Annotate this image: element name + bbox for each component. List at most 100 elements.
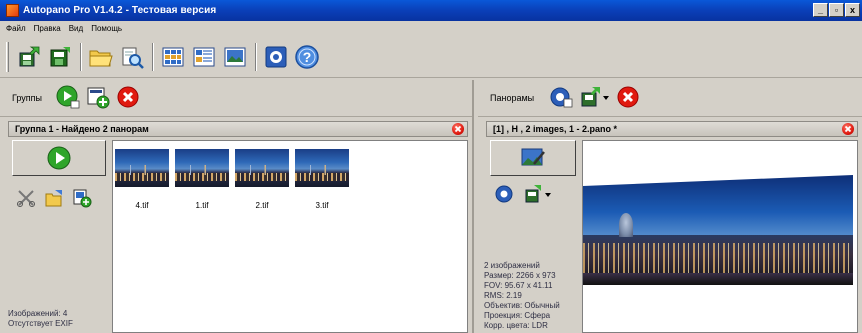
thumbnail-item[interactable]: 4.tif xyxy=(115,149,169,210)
panorama-preview-area[interactable] xyxy=(582,140,858,333)
delete-group-button[interactable] xyxy=(116,85,140,111)
svg-text:?: ? xyxy=(303,49,312,65)
thumbnail-item[interactable]: 3.tif xyxy=(295,149,349,210)
pano-images-count: 2 изображений xyxy=(484,261,540,270)
help-question-icon: ? xyxy=(295,44,319,69)
edit-panorama-icon xyxy=(521,148,545,166)
thumbnail-label: 1.tif xyxy=(195,201,209,210)
close-icon xyxy=(844,125,852,133)
panorama-options-button[interactable] xyxy=(494,184,516,206)
thumbnail-area[interactable]: 4.tif 1.tif 2.tif 3.tif xyxy=(112,140,468,333)
folder-icon xyxy=(89,50,113,66)
preview-image-icon xyxy=(224,47,246,66)
exif-status: Отсутствует EXIF xyxy=(8,319,73,328)
save-project-button[interactable] xyxy=(46,43,74,71)
menu-view[interactable]: Вид xyxy=(69,24,83,33)
gear-settings-icon xyxy=(550,87,573,108)
panorama-tools-row xyxy=(494,184,578,206)
maximize-button[interactable]: ▫ xyxy=(829,3,844,17)
save-disk-icon xyxy=(50,46,70,66)
pano-fov: FOV: 95.67 x 41.11 xyxy=(484,281,553,290)
details-view-icon xyxy=(193,47,215,66)
group-properties-button[interactable] xyxy=(44,188,64,210)
grid-view-icon xyxy=(162,47,184,66)
menu-help[interactable]: Помощь xyxy=(91,24,122,33)
pano-color-correction: Корр. цвета: LDR xyxy=(484,321,548,330)
group-header: Группа 1 - Найдено 2 панорам xyxy=(8,121,468,137)
delete-red-icon xyxy=(117,86,139,108)
edit-tools-button[interactable] xyxy=(16,188,36,210)
group-info: Изображений: 4 Отсутствует EXIF xyxy=(8,309,73,329)
menu-edit[interactable]: Правка xyxy=(34,24,61,33)
play-green-icon xyxy=(47,146,71,170)
toolbar-separator xyxy=(80,42,82,71)
panorama-info: 2 изображений Размер: 2266 x 973 FOV: 95… xyxy=(484,261,560,331)
pano-size: Размер: 2266 x 973 xyxy=(484,271,556,280)
thumbnail-item[interactable]: 1.tif xyxy=(175,149,229,210)
images-count: Изображений: 4 xyxy=(8,309,68,318)
group-actions xyxy=(12,140,108,333)
thumbnail-label: 2.tif xyxy=(255,201,269,210)
pano-lights xyxy=(583,243,853,273)
help-button[interactable]: ? xyxy=(293,43,321,71)
panorama-export-button[interactable] xyxy=(524,184,554,206)
thumbnail-label: 3.tif xyxy=(315,201,329,210)
add-images-button[interactable] xyxy=(72,188,92,210)
group-title: Группа 1 - Найдено 2 панорам xyxy=(15,124,149,134)
groups-panel: Группы Группа 1 - Найдено 2 панорам Изоб… xyxy=(0,80,474,333)
close-panorama-button[interactable] xyxy=(842,123,854,135)
panoramas-toolbar: Панорамы xyxy=(478,80,862,117)
export-dropdown-icon xyxy=(525,185,551,203)
view-details-button[interactable] xyxy=(190,43,218,71)
pano-lens: Объектив: Обычный xyxy=(484,301,560,310)
pano-rms: RMS: 2.19 xyxy=(484,291,522,300)
settings-button[interactable] xyxy=(262,43,290,71)
panorama-header: [1] , H , 2 images, 1 - 2.pano * xyxy=(486,121,858,137)
thumbnail-image xyxy=(235,149,289,187)
panorama-preview-image[interactable] xyxy=(583,165,853,291)
thumbnail-image xyxy=(295,149,349,187)
pano-water xyxy=(583,273,853,285)
open-folder-button[interactable] xyxy=(87,43,115,71)
toolbar-separator xyxy=(152,42,154,71)
folder-edit-icon xyxy=(45,190,62,207)
thumbnail-list: 4.tif 1.tif 2.tif 3.tif xyxy=(113,141,467,210)
toolbar-grip[interactable] xyxy=(6,41,9,72)
menu-file[interactable]: Файл xyxy=(6,24,26,33)
close-group-button[interactable] xyxy=(452,123,464,135)
render-groups-button[interactable] xyxy=(56,85,80,111)
view-grid-button[interactable] xyxy=(159,43,187,71)
title-bar: Autopano Pro V1.4.2 - Тестовая версия _ … xyxy=(0,0,862,21)
import-images-icon xyxy=(19,46,40,66)
panorama-settings-button[interactable] xyxy=(548,85,574,111)
import-images-button[interactable] xyxy=(15,43,43,71)
pano-projection: Проекция: Сфера xyxy=(484,311,551,320)
delete-panorama-button[interactable] xyxy=(616,85,640,111)
gear-settings-icon xyxy=(495,185,513,203)
export-panorama-button[interactable] xyxy=(580,85,610,111)
app-logo-icon xyxy=(6,4,19,17)
export-dropdown-icon xyxy=(581,87,610,107)
view-preview-button[interactable] xyxy=(221,43,249,71)
close-window-button[interactable]: x xyxy=(845,3,860,17)
groups-toolbar: Группы xyxy=(0,80,472,117)
minimize-button[interactable]: _ xyxy=(813,3,828,17)
search-folder-button[interactable] xyxy=(118,43,146,71)
cathedral-dome xyxy=(619,213,633,237)
search-document-icon xyxy=(122,47,144,69)
panoramas-panel: Панорамы [1] , H , 2 images, 1 - 2.pano … xyxy=(478,80,862,333)
groups-label: Группы xyxy=(12,93,42,103)
thumbnail-label: 4.tif xyxy=(135,201,149,210)
thumbnail-item[interactable]: 2.tif xyxy=(235,149,289,210)
settings-gear-icon xyxy=(265,46,287,67)
toolbar-separator xyxy=(255,42,257,71)
scissors-tools-icon xyxy=(17,190,35,207)
edit-panorama-button[interactable] xyxy=(490,140,576,176)
group-tools-row xyxy=(16,188,108,210)
window-controls: _ ▫ x xyxy=(813,3,860,17)
add-group-button[interactable] xyxy=(86,85,110,111)
render-group-button[interactable] xyxy=(12,140,106,176)
thumbnail-image xyxy=(175,149,229,187)
main-toolbar: ? xyxy=(0,36,862,78)
delete-red-icon xyxy=(617,86,639,108)
